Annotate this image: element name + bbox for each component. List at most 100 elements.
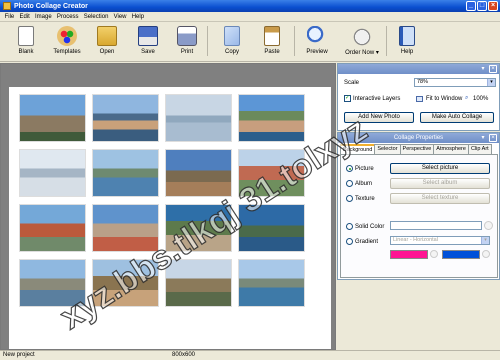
status-project: New project [3, 352, 35, 358]
minimize-button[interactable]: _ [466, 1, 476, 11]
scale-value: 78% [417, 79, 429, 85]
select-texture-button[interactable]: Select texture [390, 193, 490, 204]
collage-photo[interactable] [238, 94, 305, 142]
solid-color-field[interactable] [390, 221, 482, 230]
collage-photo[interactable] [238, 149, 305, 197]
menu-process[interactable]: Process [54, 14, 81, 20]
gradient-color-1-swatch[interactable] [390, 250, 428, 259]
make-auto-collage-button[interactable]: Make Auto Collage [420, 112, 494, 123]
canvas-area[interactable] [0, 63, 336, 350]
color-picker-icon[interactable] [482, 250, 490, 258]
gradient-color-2-swatch[interactable] [442, 250, 480, 259]
collage-photo[interactable] [19, 204, 86, 252]
collage-photo[interactable] [92, 94, 159, 142]
menu-file[interactable]: File [2, 14, 17, 20]
collage-photo[interactable] [19, 149, 86, 197]
pin-icon[interactable]: ▾ [479, 134, 487, 142]
gradient-type-select[interactable]: Linear - Horizontal ▾ [390, 236, 490, 245]
print-button[interactable]: Print [170, 24, 204, 60]
open-folder-icon [97, 26, 117, 46]
order-now-icon [352, 26, 372, 46]
picture-radio[interactable] [346, 165, 353, 172]
blank-page-icon [18, 26, 34, 46]
album-radio[interactable] [346, 180, 353, 187]
scale-select[interactable]: 78% ▾ [414, 78, 496, 87]
maximize-button[interactable]: □ [477, 1, 487, 11]
collage-photo[interactable] [165, 204, 232, 252]
solid-color-radio[interactable] [346, 223, 353, 230]
close-icon[interactable]: × [489, 65, 497, 73]
templates-button[interactable]: Templates [50, 24, 84, 60]
menu-help[interactable]: Help [129, 14, 147, 20]
palette-icon [57, 26, 77, 46]
menu-bar: File Edit Image Process Selection View H… [0, 12, 500, 22]
copy-icon [224, 26, 240, 46]
collage-properties-header: Collage Properties ▾ × [338, 133, 499, 143]
chevron-down-icon[interactable]: ▾ [376, 50, 379, 56]
texture-label: Texture [355, 196, 375, 202]
collage-photo[interactable] [165, 259, 232, 307]
collage-photo[interactable] [19, 259, 86, 307]
menu-edit[interactable]: Edit [17, 14, 33, 20]
app-icon [3, 2, 11, 10]
collage-photo[interactable] [165, 94, 232, 142]
gradient-radio[interactable] [346, 238, 353, 245]
interactive-layers-checkbox[interactable]: ✓ [344, 95, 351, 102]
color-picker-icon[interactable] [484, 221, 493, 230]
menu-selection[interactable]: Selection [81, 14, 111, 20]
copy-button[interactable]: Copy [215, 24, 249, 60]
close-icon[interactable]: × [489, 134, 497, 142]
texture-radio[interactable] [346, 195, 353, 202]
order-now-button[interactable]: Order Now ▾ [342, 24, 382, 60]
paste-button[interactable]: Paste [255, 24, 289, 60]
select-picture-button[interactable]: Select picture [390, 163, 490, 174]
zoom-100-link[interactable]: 100% [473, 96, 488, 102]
select-album-button[interactable]: Select album [390, 178, 490, 189]
collage-properties-panel: Collage Properties ▾ × Background Select… [337, 132, 500, 280]
collage-photo[interactable] [92, 259, 159, 307]
scale-panel-header: ▾ × [338, 64, 499, 74]
solid-color-label: Solid Color [355, 224, 385, 230]
printer-icon [177, 26, 197, 46]
preview-button[interactable]: Preview [300, 24, 334, 60]
collage-photo[interactable] [92, 204, 159, 252]
interactive-layers-label: Interactive Layers [353, 96, 401, 102]
fit-to-window-link[interactable]: Fit to Window [426, 96, 462, 102]
tab-selector[interactable]: Selector [374, 144, 401, 154]
fit-window-icon[interactable] [416, 96, 423, 102]
close-button[interactable]: × [488, 1, 498, 11]
tab-perspective[interactable]: Perspective [399, 144, 435, 154]
collage-photo[interactable] [238, 204, 305, 252]
pin-icon[interactable]: ▾ [479, 65, 487, 73]
menu-image[interactable]: Image [32, 14, 54, 20]
toolbar-separator [207, 26, 208, 56]
paste-icon [264, 26, 280, 46]
collage-photo[interactable] [165, 149, 232, 197]
picture-label: Picture [355, 166, 374, 172]
order-now-label: Order Now [345, 50, 375, 56]
blank-button[interactable]: Blank [9, 24, 43, 60]
window-title: Photo Collage Creator [14, 2, 88, 10]
menu-view[interactable]: View [111, 14, 129, 20]
title-bar: Photo Collage Creator _ □ × [0, 0, 500, 12]
collage-properties-title: Collage Properties [393, 135, 444, 141]
collage-sheet[interactable] [9, 87, 331, 349]
collage-photo[interactable] [19, 94, 86, 142]
chevron-down-icon[interactable]: ▾ [481, 237, 489, 244]
help-book-icon [399, 26, 415, 46]
save-button[interactable]: Save [131, 24, 165, 60]
tab-clip-art[interactable]: Clip Art [467, 144, 492, 154]
magnifier-icon [307, 26, 327, 46]
tab-atmosphere[interactable]: Atmosphere [433, 144, 469, 154]
gradient-type-value: Linear - Horizontal [393, 237, 438, 243]
collage-photo[interactable] [238, 259, 305, 307]
scale-label: Scale [344, 80, 360, 86]
color-picker-icon[interactable] [430, 250, 438, 258]
zoom-icon[interactable]: ⌕ [465, 95, 468, 102]
scale-panel: ▾ × Scale 78% ▾ ✓ Interactive Layers Fit… [337, 63, 500, 131]
open-button[interactable]: Open [90, 24, 124, 60]
chevron-down-icon[interactable]: ▾ [487, 79, 495, 86]
add-new-photo-button[interactable]: Add New Photo [344, 112, 414, 123]
collage-photo[interactable] [92, 149, 159, 197]
help-button[interactable]: Help [390, 24, 424, 60]
